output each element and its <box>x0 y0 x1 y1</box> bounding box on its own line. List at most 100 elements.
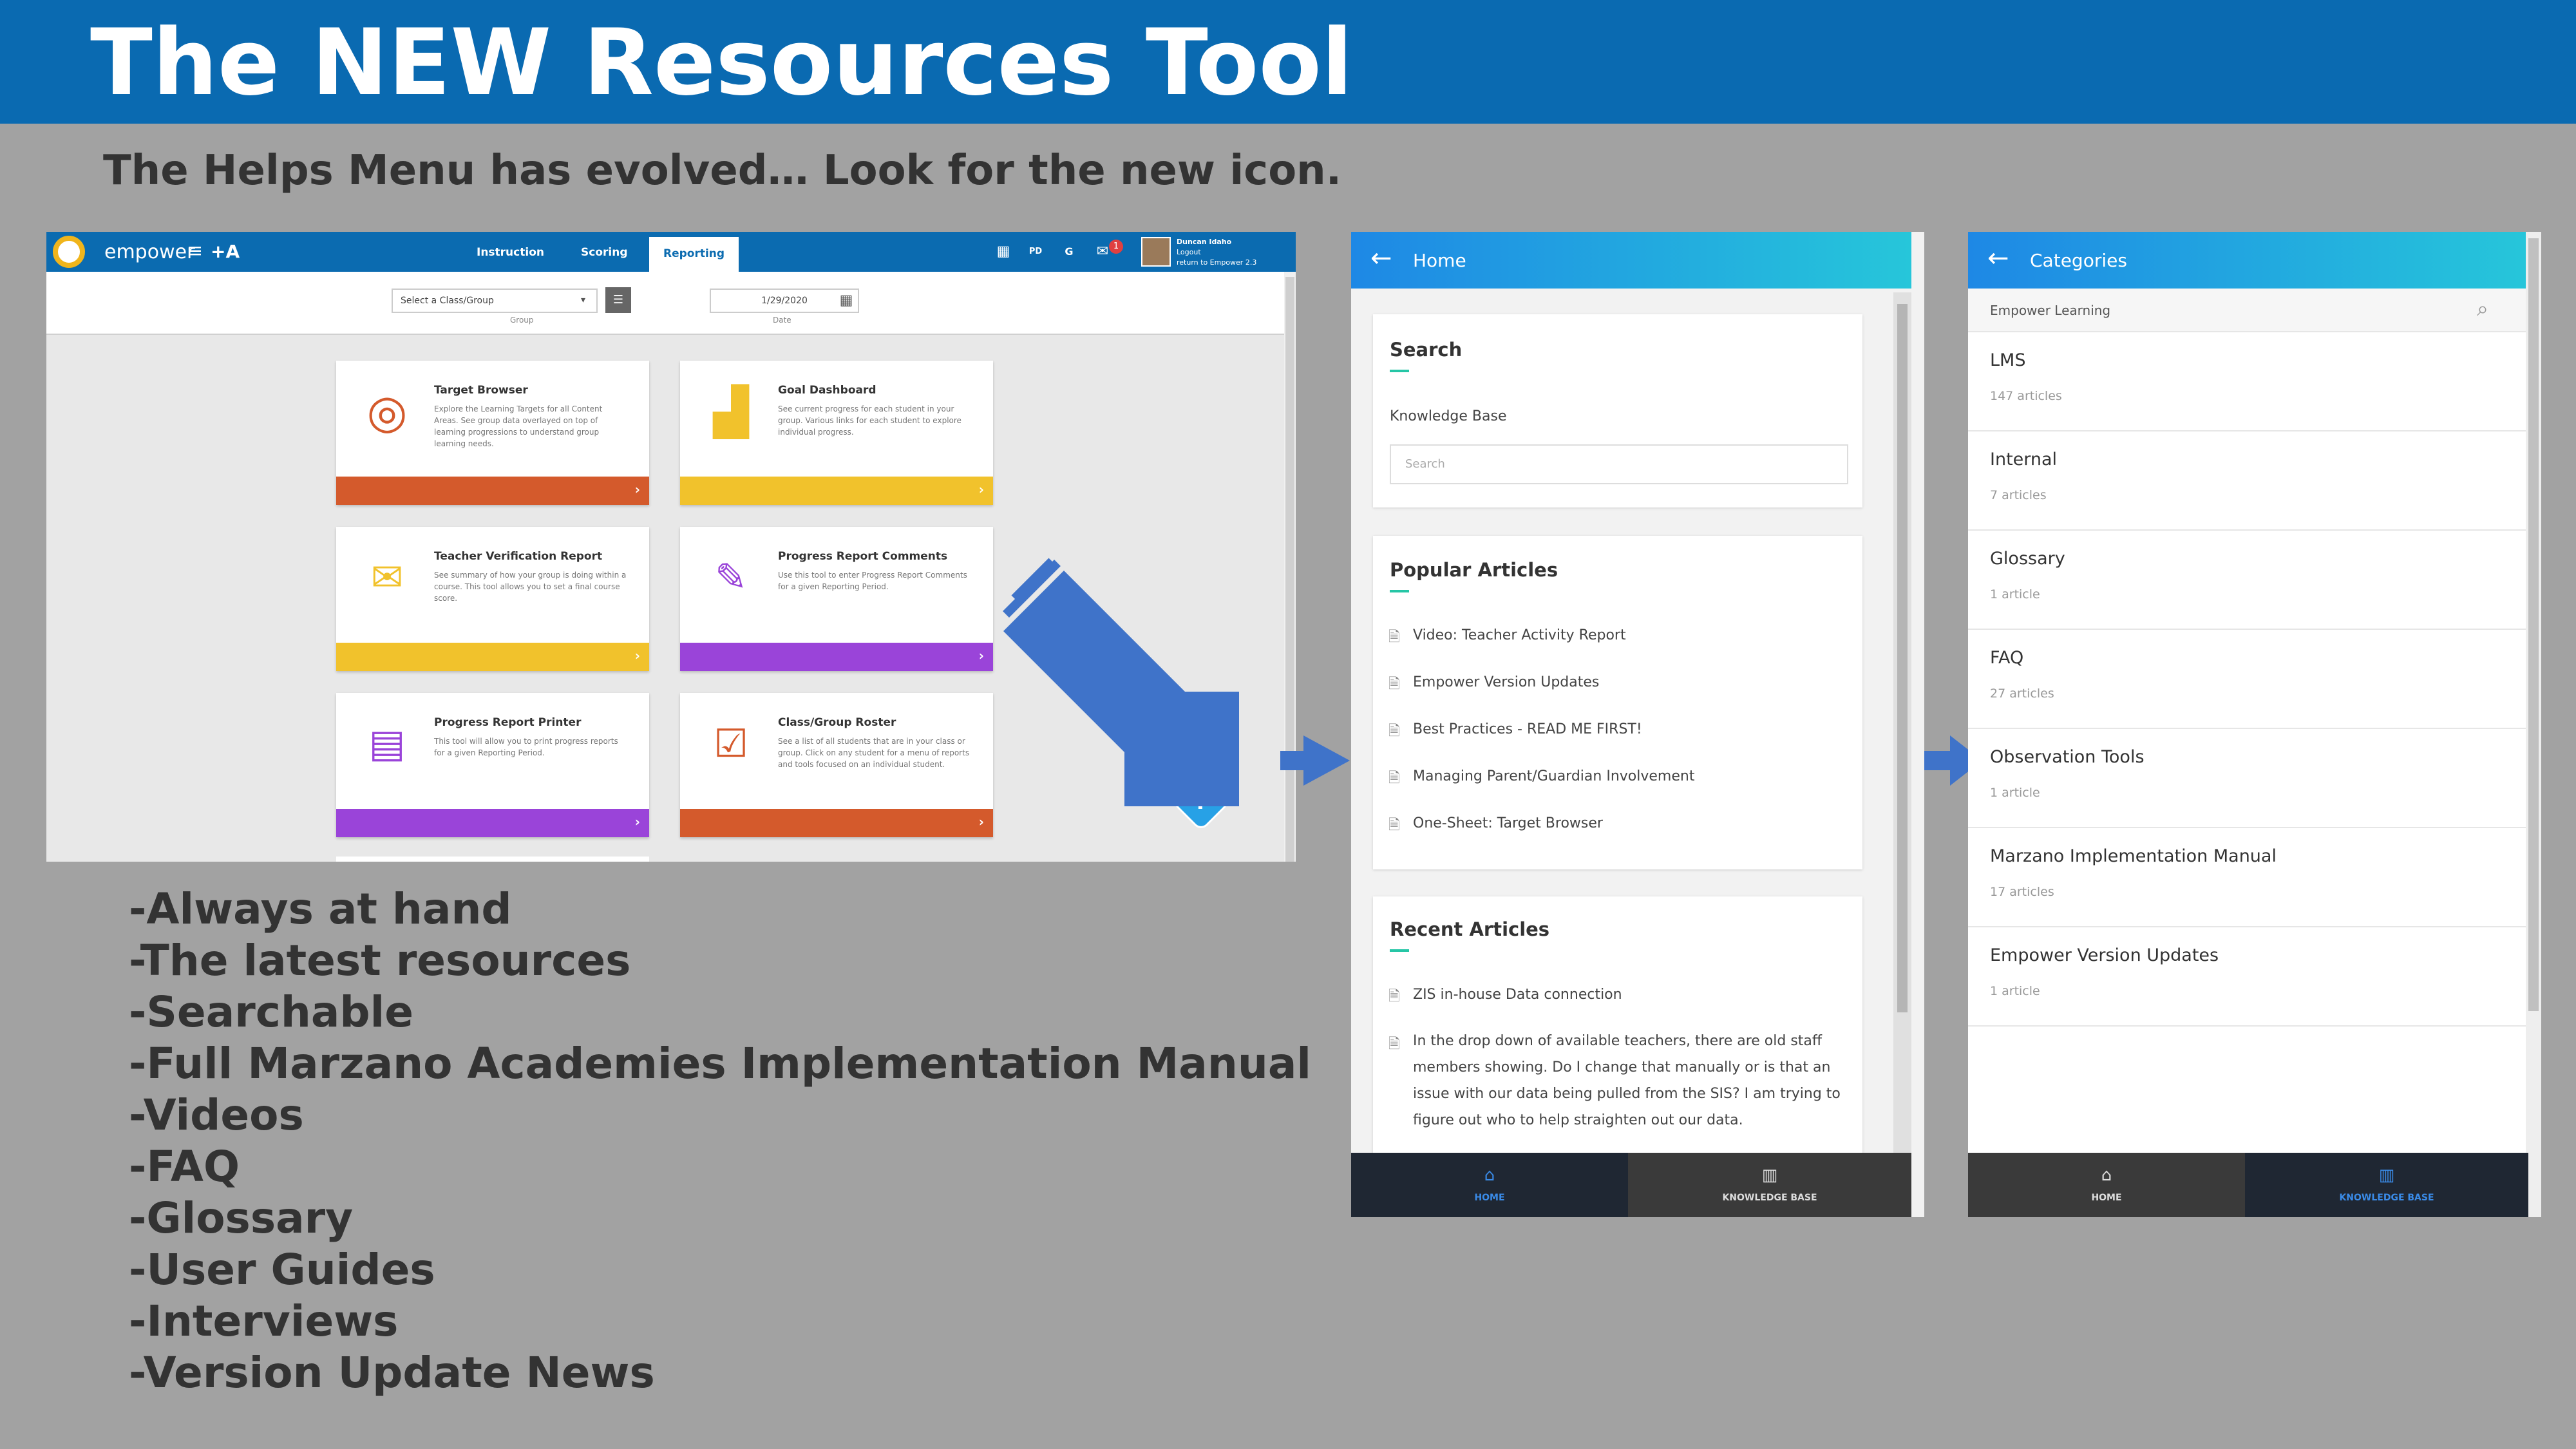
footer-home-label[interactable]: HOME <box>1968 1193 2245 1203</box>
accent-bar <box>1390 370 1409 372</box>
category-item[interactable] <box>1968 729 2528 828</box>
feature-item: -Interviews <box>129 1296 399 1346</box>
chevron-down-icon[interactable]: ▾ <box>581 295 585 305</box>
tab-scoring[interactable]: Scoring <box>581 246 627 259</box>
home-icon[interactable]: ⌂ <box>1351 1166 1628 1185</box>
category-name[interactable]: Observation Tools <box>1990 747 2145 767</box>
card-footer[interactable]: › <box>680 477 993 505</box>
return-link[interactable]: return to Empower 2.3 <box>1177 258 1256 268</box>
card-description: This tool will allow you to print progre… <box>434 737 618 757</box>
article-link[interactable]: Best Practices - READ ME FIRST! <box>1413 721 1642 737</box>
card-footer[interactable]: › <box>336 477 649 505</box>
footer-home-tab[interactable] <box>1351 1153 1628 1217</box>
article-link[interactable]: Managing Parent/Guardian Involvement <box>1413 768 1694 784</box>
feature-list: -Always at hand -The latest resources -S… <box>129 884 1311 1399</box>
card-title: Class/Group Roster <box>778 716 896 729</box>
popular-heading: Popular Articles <box>1390 559 1558 581</box>
filter-bar <box>46 272 1296 335</box>
scrollbar-thumb[interactable] <box>2528 238 2539 1011</box>
card-class-group-roster[interactable]: ☑ Class/Group Roster See a list of all s… <box>680 693 993 837</box>
hamburger-menu-icon[interactable]: ≡ <box>187 240 203 262</box>
category-count: 7 articles <box>1990 488 2047 502</box>
book-icon[interactable]: ▥ <box>1628 1166 1911 1185</box>
category-count: 27 articles <box>1990 687 2054 701</box>
footer-home-tab[interactable] <box>1968 1153 2245 1217</box>
accent-bar <box>1390 949 1409 952</box>
article-link[interactable]: In the drop down of available teachers, … <box>1413 1028 1851 1133</box>
calendar-picker-icon[interactable]: ▦ <box>833 289 859 313</box>
logo-text: empower <box>104 241 195 263</box>
category-item[interactable] <box>1968 630 2528 729</box>
card-footer[interactable]: › <box>336 643 649 671</box>
article-link[interactable]: Empower Version Updates <box>1413 674 1599 690</box>
back-arrow-icon[interactable]: ← <box>1987 243 2009 273</box>
card-title: Goal Dashboard <box>778 384 876 397</box>
card-progress-report-comments[interactable]: ✎ Progress Report Comments Use this tool… <box>680 527 993 671</box>
article-icon: 🗎 <box>1388 723 1400 739</box>
category-item[interactable] <box>1968 828 2528 927</box>
card-progress-report-printer[interactable]: ▤ Progress Report Printer This tool will… <box>336 693 649 837</box>
tab-reporting[interactable]: Reporting <box>649 237 739 272</box>
notification-badge: 1 <box>1109 240 1123 254</box>
category-item[interactable] <box>1968 927 2528 1027</box>
question-icon[interactable]: ? <box>1180 781 1222 823</box>
home-icon[interactable]: ⌂ <box>1968 1166 2245 1185</box>
footer-kb-tab[interactable] <box>2245 1153 2528 1217</box>
card-footer[interactable]: › <box>336 809 649 837</box>
scrollbar-thumb[interactable] <box>1897 304 1908 1012</box>
calendar-icon[interactable]: ▦ <box>993 242 1014 261</box>
search-icon[interactable]: ⌕ <box>2477 296 2488 321</box>
chevron-right-icon: › <box>978 482 984 497</box>
chart-icon: ▟ <box>713 384 749 439</box>
feature-item: -Version Update News <box>129 1348 655 1397</box>
avatar[interactable] <box>1141 237 1171 267</box>
g-icon[interactable]: G <box>1059 242 1079 261</box>
category-count: 1 article <box>1990 984 2040 998</box>
category-item[interactable] <box>1968 332 2528 431</box>
category-item[interactable] <box>1968 531 2528 630</box>
kb-categories-panel: ← Categories Empower Learning ⌕ LMS 147 … <box>1968 232 2541 1217</box>
pd-icon[interactable]: PD <box>1025 242 1046 261</box>
category-name[interactable]: LMS <box>1990 350 2025 370</box>
logout-link[interactable]: Logout <box>1177 247 1256 258</box>
card-teacher-verification[interactable]: ✉ Teacher Verification Report See summar… <box>336 527 649 671</box>
category-count: 1 article <box>1990 786 2040 800</box>
category-name[interactable]: Empower Version Updates <box>1990 945 2219 965</box>
message-check-icon: ✉ <box>370 555 404 600</box>
feature-item: -Always at hand <box>129 884 512 934</box>
article-icon: 🗎 <box>1388 1036 1400 1052</box>
card-footer[interactable]: › <box>680 643 993 671</box>
group-select[interactable]: Select a Class/Group <box>392 289 598 313</box>
category-count: 147 articles <box>1990 389 2062 403</box>
card-title: Target Browser <box>434 384 528 397</box>
footer-kb-tab[interactable] <box>1628 1153 1911 1217</box>
card-goal-dashboard[interactable]: ▟ Goal Dashboard See current progress fo… <box>680 361 993 505</box>
footer-kb-label[interactable]: KNOWLEDGE BASE <box>1628 1193 1911 1203</box>
breadcrumb-label[interactable]: Empower Learning <box>1990 303 2110 318</box>
article-link[interactable]: Video: Teacher Activity Report <box>1413 627 1626 643</box>
article-link[interactable]: One-Sheet: Target Browser <box>1413 815 1603 831</box>
book-icon[interactable]: ▥ <box>2245 1166 2528 1185</box>
chevron-right-icon: › <box>634 648 640 663</box>
search-input[interactable]: Search <box>1390 444 1848 484</box>
date-caption: Date <box>773 316 791 325</box>
category-name[interactable]: Glossary <box>1990 549 2065 569</box>
plus-a-icon[interactable]: +A <box>211 241 240 262</box>
tab-instruction[interactable]: Instruction <box>477 246 544 259</box>
back-arrow-icon[interactable]: ← <box>1370 243 1392 273</box>
footer-kb-label[interactable]: KNOWLEDGE BASE <box>2245 1193 2528 1203</box>
card-description: See current progress for each student in… <box>778 404 961 437</box>
group-picker-button[interactable]: ☰ <box>605 287 631 313</box>
card-target-browser[interactable]: ◎ Target Browser Explore the Learning Ta… <box>336 361 649 505</box>
card-footer[interactable]: › <box>680 809 993 837</box>
scrollbar-thumb[interactable] <box>1285 277 1294 862</box>
category-item[interactable] <box>1968 431 2528 531</box>
category-name[interactable]: Internal <box>1990 450 2057 469</box>
category-name[interactable]: FAQ <box>1990 648 2023 668</box>
article-link[interactable]: ZIS in-house Data connection <box>1413 987 1622 1003</box>
footer-home-label[interactable]: HOME <box>1351 1193 1628 1203</box>
empower-logo-icon[interactable] <box>53 236 85 268</box>
user-name: Duncan Idaho <box>1177 238 1232 246</box>
category-name[interactable]: Marzano Implementation Manual <box>1990 846 2277 866</box>
article-icon: 🗎 <box>1388 770 1400 786</box>
